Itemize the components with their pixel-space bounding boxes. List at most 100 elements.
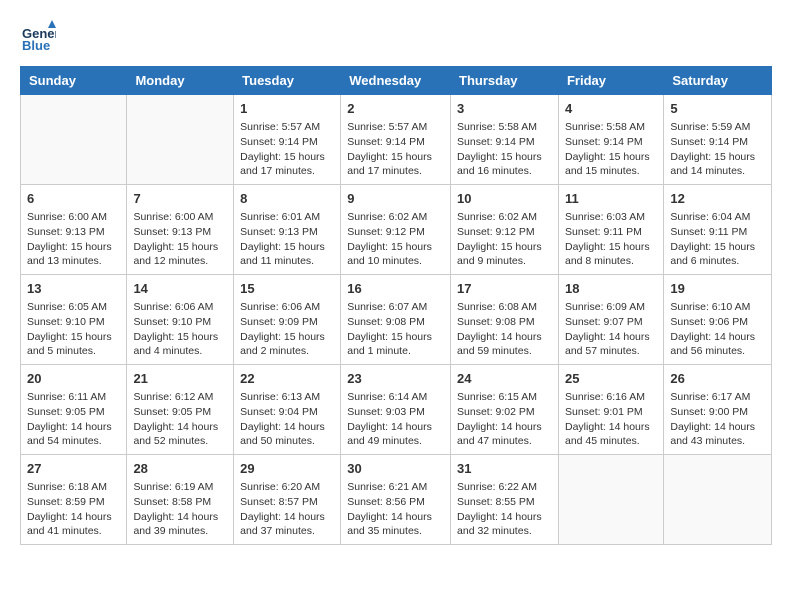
day-info: Sunrise: 6:11 AMSunset: 9:05 PMDaylight:… — [27, 391, 112, 447]
day-info: Sunrise: 5:58 AMSunset: 9:14 PMDaylight:… — [565, 121, 650, 177]
calendar-cell: 21Sunrise: 6:12 AMSunset: 9:05 PMDayligh… — [127, 365, 234, 455]
day-info: Sunrise: 6:21 AMSunset: 8:56 PMDaylight:… — [347, 481, 432, 537]
day-number: 10 — [457, 190, 552, 208]
calendar-week-3: 13Sunrise: 6:05 AMSunset: 9:10 PMDayligh… — [21, 275, 772, 365]
calendar-cell: 12 Sunrise: 6:04 AMSunset: 9:11 PMDayligh… — [664, 185, 772, 275]
day-info: Sunrise: 6:04 AMSunset: 9:11 PMDaylight:… — [670, 211, 755, 267]
day-number: 13 — [27, 280, 120, 298]
day-info: Sunrise: 6:00 AMSunset: 9:13 PMDaylight:… — [133, 211, 218, 267]
calendar-cell: 23Sunrise: 6:14 AMSunset: 9:03 PMDayligh… — [341, 365, 451, 455]
calendar-cell: 1 Sunrise: 5:57 AMSunset: 9:14 PMDaylight… — [234, 95, 341, 185]
day-info: Sunrise: 6:06 AMSunset: 9:10 PMDaylight:… — [133, 301, 218, 357]
calendar-cell: 10 Sunrise: 6:02 AMSunset: 9:12 PMDayligh… — [451, 185, 559, 275]
day-info: Sunrise: 6:08 AMSunset: 9:08 PMDaylight:… — [457, 301, 542, 357]
day-info: Sunrise: 6:19 AMSunset: 8:58 PMDaylight:… — [133, 481, 218, 537]
day-info: Sunrise: 5:57 AMSunset: 9:14 PMDaylight:… — [240, 121, 325, 177]
calendar-cell: 30Sunrise: 6:21 AMSunset: 8:56 PMDayligh… — [341, 455, 451, 545]
day-number: 7 — [133, 190, 227, 208]
logo: General Blue — [20, 20, 60, 56]
calendar-table: SundayMondayTuesdayWednesdayThursdayFrid… — [20, 66, 772, 545]
day-number: 8 — [240, 190, 334, 208]
calendar-cell: 8 Sunrise: 6:01 AMSunset: 9:13 PMDaylight… — [234, 185, 341, 275]
calendar-week-1: 1 Sunrise: 5:57 AMSunset: 9:14 PMDaylight… — [21, 95, 772, 185]
calendar-cell: 22Sunrise: 6:13 AMSunset: 9:04 PMDayligh… — [234, 365, 341, 455]
day-number: 3 — [457, 100, 552, 118]
calendar-cell: 3 Sunrise: 5:58 AMSunset: 9:14 PMDaylight… — [451, 95, 559, 185]
calendar-cell: 2 Sunrise: 5:57 AMSunset: 9:14 PMDaylight… — [341, 95, 451, 185]
day-info: Sunrise: 6:06 AMSunset: 9:09 PMDaylight:… — [240, 301, 325, 357]
day-info: Sunrise: 6:13 AMSunset: 9:04 PMDaylight:… — [240, 391, 325, 447]
calendar-cell: 9 Sunrise: 6:02 AMSunset: 9:12 PMDaylight… — [341, 185, 451, 275]
calendar-cell: 13Sunrise: 6:05 AMSunset: 9:10 PMDayligh… — [21, 275, 127, 365]
day-info: Sunrise: 5:59 AMSunset: 9:14 PMDaylight:… — [670, 121, 755, 177]
day-number: 17 — [457, 280, 552, 298]
calendar-cell: 11 Sunrise: 6:03 AMSunset: 9:11 PMDayligh… — [558, 185, 663, 275]
day-number: 18 — [565, 280, 657, 298]
calendar-cell: 27 Sunrise: 6:18 AMSunset: 8:59 PMDayligh… — [21, 455, 127, 545]
day-number: 31 — [457, 460, 552, 478]
svg-text:Blue: Blue — [22, 38, 50, 53]
day-info: Sunrise: 6:01 AMSunset: 9:13 PMDaylight:… — [240, 211, 325, 267]
day-number: 25 — [565, 370, 657, 388]
day-info: Sunrise: 6:18 AMSunset: 8:59 PMDaylight:… — [27, 481, 112, 537]
day-number: 26 — [670, 370, 765, 388]
day-number: 11 — [565, 190, 657, 208]
calendar-cell: 20 Sunrise: 6:11 AMSunset: 9:05 PMDayligh… — [21, 365, 127, 455]
day-number: 9 — [347, 190, 444, 208]
day-info: Sunrise: 6:02 AMSunset: 9:12 PMDaylight:… — [457, 211, 542, 267]
calendar-cell: 16 Sunrise: 6:07 AMSunset: 9:08 PMDayligh… — [341, 275, 451, 365]
calendar-week-5: 27 Sunrise: 6:18 AMSunset: 8:59 PMDayligh… — [21, 455, 772, 545]
day-number: 1 — [240, 100, 334, 118]
calendar-cell: 24 Sunrise: 6:15 AMSunset: 9:02 PMDayligh… — [451, 365, 559, 455]
day-info: Sunrise: 5:57 AMSunset: 9:14 PMDaylight:… — [347, 121, 432, 177]
day-number: 27 — [27, 460, 120, 478]
calendar-cell: 31 Sunrise: 6:22 AMSunset: 8:55 PMDayligh… — [451, 455, 559, 545]
day-number: 19 — [670, 280, 765, 298]
calendar-cell — [21, 95, 127, 185]
day-number: 15 — [240, 280, 334, 298]
day-number: 12 — [670, 190, 765, 208]
day-info: Sunrise: 6:00 AMSunset: 9:13 PMDaylight:… — [27, 211, 112, 267]
day-number: 6 — [27, 190, 120, 208]
day-info: Sunrise: 6:02 AMSunset: 9:12 PMDaylight:… — [347, 211, 432, 267]
day-info: Sunrise: 6:07 AMSunset: 9:08 PMDaylight:… — [347, 301, 432, 357]
calendar-cell: 17 Sunrise: 6:08 AMSunset: 9:08 PMDayligh… — [451, 275, 559, 365]
calendar-cell: 26 Sunrise: 6:17 AMSunset: 9:00 PMDayligh… — [664, 365, 772, 455]
header-friday: Friday — [558, 67, 663, 95]
calendar-header-row: SundayMondayTuesdayWednesdayThursdayFrid… — [21, 67, 772, 95]
calendar-cell: 19 Sunrise: 6:10 AMSunset: 9:06 PMDayligh… — [664, 275, 772, 365]
calendar-cell: 28Sunrise: 6:19 AMSunset: 8:58 PMDayligh… — [127, 455, 234, 545]
day-number: 5 — [670, 100, 765, 118]
day-info: Sunrise: 6:09 AMSunset: 9:07 PMDaylight:… — [565, 301, 650, 357]
day-number: 14 — [133, 280, 227, 298]
header-wednesday: Wednesday — [341, 67, 451, 95]
calendar-cell: 15 Sunrise: 6:06 AMSunset: 9:09 PMDayligh… — [234, 275, 341, 365]
day-number: 4 — [565, 100, 657, 118]
calendar-cell — [558, 455, 663, 545]
calendar-cell — [127, 95, 234, 185]
day-info: Sunrise: 6:10 AMSunset: 9:06 PMDaylight:… — [670, 301, 755, 357]
header-saturday: Saturday — [664, 67, 772, 95]
header-monday: Monday — [127, 67, 234, 95]
calendar-week-4: 20 Sunrise: 6:11 AMSunset: 9:05 PMDayligh… — [21, 365, 772, 455]
page-header: General Blue — [20, 20, 772, 56]
day-number: 16 — [347, 280, 444, 298]
calendar-cell — [664, 455, 772, 545]
calendar-cell: 7 Sunrise: 6:00 AMSunset: 9:13 PMDaylight… — [127, 185, 234, 275]
day-info: Sunrise: 6:20 AMSunset: 8:57 PMDaylight:… — [240, 481, 325, 537]
day-info: Sunrise: 5:58 AMSunset: 9:14 PMDaylight:… — [457, 121, 542, 177]
day-number: 2 — [347, 100, 444, 118]
header-tuesday: Tuesday — [234, 67, 341, 95]
day-info: Sunrise: 6:03 AMSunset: 9:11 PMDaylight:… — [565, 211, 650, 267]
calendar-cell: 29 Sunrise: 6:20 AMSunset: 8:57 PMDayligh… — [234, 455, 341, 545]
day-info: Sunrise: 6:22 AMSunset: 8:55 PMDaylight:… — [457, 481, 542, 537]
day-number: 24 — [457, 370, 552, 388]
day-number: 20 — [27, 370, 120, 388]
calendar-cell: 5 Sunrise: 5:59 AMSunset: 9:14 PMDaylight… — [664, 95, 772, 185]
logo-icon: General Blue — [20, 20, 56, 56]
calendar-cell: 6 Sunrise: 6:00 AMSunset: 9:13 PMDaylight… — [21, 185, 127, 275]
calendar-cell: 4 Sunrise: 5:58 AMSunset: 9:14 PMDaylight… — [558, 95, 663, 185]
day-number: 29 — [240, 460, 334, 478]
day-info: Sunrise: 6:15 AMSunset: 9:02 PMDaylight:… — [457, 391, 542, 447]
day-info: Sunrise: 6:17 AMSunset: 9:00 PMDaylight:… — [670, 391, 755, 447]
